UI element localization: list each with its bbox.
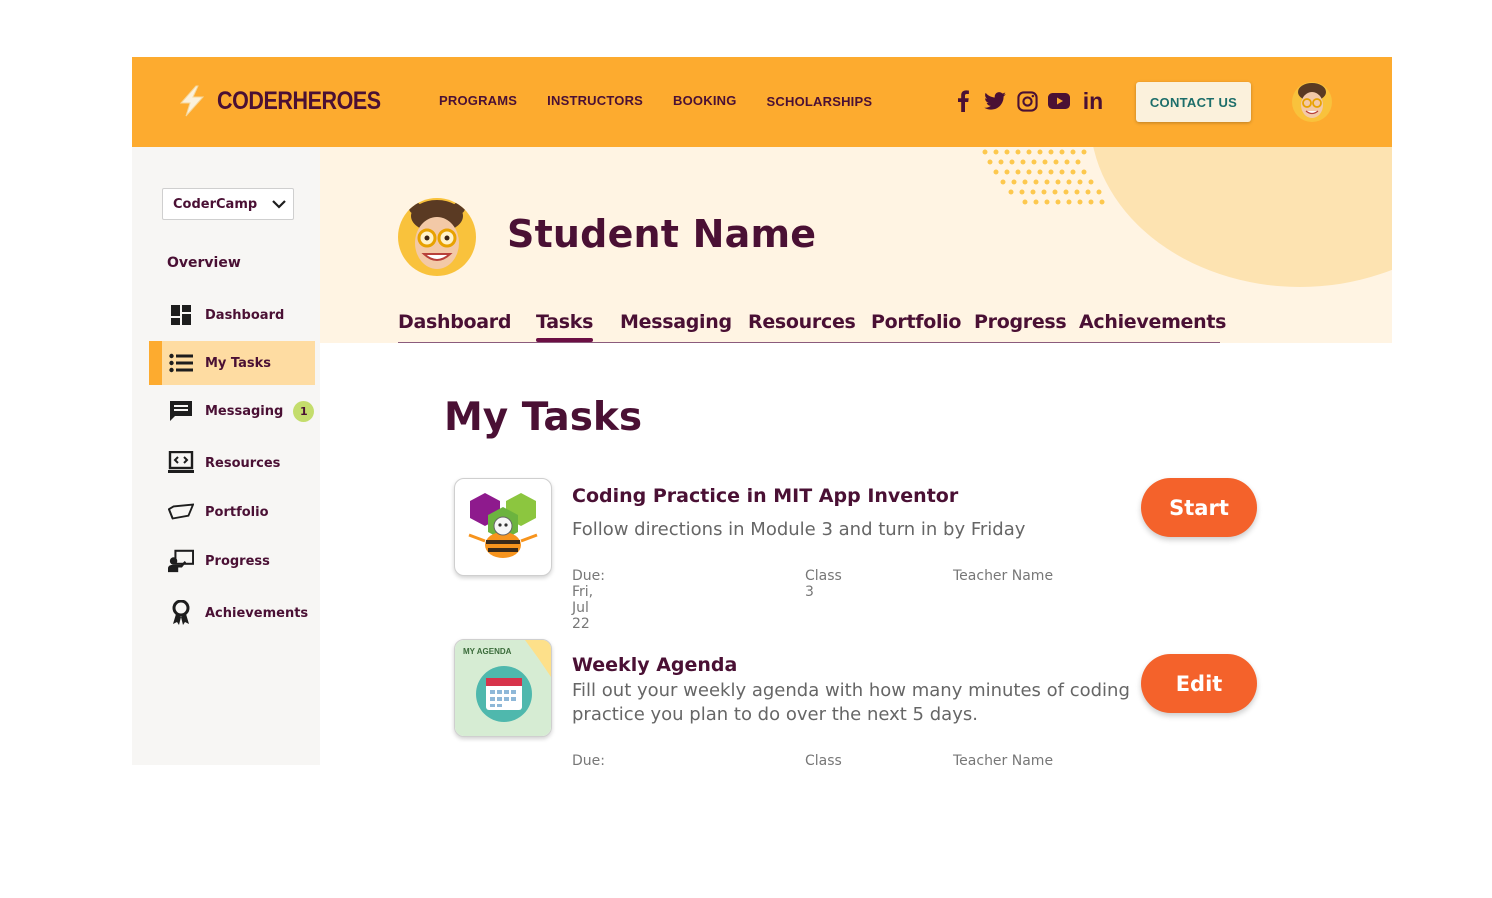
sidebar-item-resources[interactable]: Resources: [149, 441, 315, 485]
task-class: Class 3: [805, 753, 842, 765]
nav-scholarships[interactable]: SCHOLARSHIPS: [767, 94, 873, 109]
decorative-blob: [1090, 147, 1392, 287]
app-frame: CODERHEROES PROGRAMS INSTRUCTORS BOOKING…: [132, 57, 1392, 765]
sidebar-item-my-tasks[interactable]: My Tasks: [149, 341, 315, 385]
social-links: in: [952, 90, 1106, 113]
list-icon: [168, 350, 194, 376]
sidebar-item-label: Progress: [205, 553, 270, 569]
sidebar-item-portfolio[interactable]: Portfolio: [149, 490, 315, 534]
task-due-date: Due: Fri, Jul 22: [572, 753, 605, 765]
decorative-dots: [982, 149, 1105, 205]
sidebar-item-dashboard[interactable]: Dashboard: [149, 293, 315, 337]
instagram-icon[interactable]: [1016, 90, 1038, 112]
task-class: Class 3: [805, 568, 842, 600]
sidebar-item-label: Resources: [205, 455, 281, 471]
edit-button[interactable]: Edit: [1141, 654, 1257, 713]
nav-booking[interactable]: BOOKING: [673, 93, 737, 109]
tab-portfolio[interactable]: Portfolio: [871, 311, 961, 333]
tab-tasks[interactable]: Tasks: [536, 311, 593, 342]
sidebar-item-label: Dashboard: [205, 307, 285, 323]
student-name: Student Name: [507, 212, 817, 256]
task-teacher: Teacher Name: [953, 753, 1054, 765]
linkedin-icon[interactable]: in: [1080, 90, 1106, 113]
task-title[interactable]: Coding Practice in MIT App Inventor: [572, 485, 958, 507]
task-title[interactable]: Weekly Agenda: [572, 654, 737, 676]
lightning-icon: [179, 85, 205, 117]
student-avatar: [398, 198, 476, 276]
profile-tabs: Dashboard Tasks Messaging Resources Port…: [398, 309, 1226, 343]
tab-resources[interactable]: Resources: [748, 311, 856, 333]
youtube-icon[interactable]: [1048, 90, 1070, 112]
task-due-date: Due: Fri, Jul 22: [572, 568, 605, 632]
program-select[interactable]: CoderCamp: [162, 188, 294, 220]
user-avatar[interactable]: [1292, 82, 1332, 122]
tab-achievements[interactable]: Achievements: [1079, 311, 1226, 333]
sidebar-item-label: Portfolio: [205, 504, 269, 520]
tab-messaging[interactable]: Messaging: [620, 311, 732, 333]
presentation-icon: [168, 548, 194, 574]
agenda-icon-caption: MY AGENDA: [463, 647, 512, 656]
sidebar-item-label: Achievements: [205, 605, 309, 621]
award-icon: [168, 600, 194, 626]
twitter-icon[interactable]: [984, 90, 1006, 112]
top-navbar: CODERHEROES PROGRAMS INSTRUCTORS BOOKING…: [132, 57, 1392, 147]
tab-dashboard[interactable]: Dashboard: [398, 311, 511, 333]
app-inventor-icon: [454, 478, 552, 576]
laptop-code-icon: [168, 450, 194, 476]
portfolio-icon: [168, 499, 194, 525]
sidebar-item-progress[interactable]: Progress: [149, 539, 315, 583]
nav-programs[interactable]: PROGRAMS: [439, 93, 517, 109]
sidebar-item-label: Messaging: [205, 403, 284, 419]
task-description: Fill out your weekly agenda with how man…: [572, 680, 1130, 725]
message-icon: [168, 398, 194, 424]
sidebar-item-achievements[interactable]: Achievements: [149, 591, 315, 635]
task-card: MY AGENDA Weekly Agenda Fill out your we…: [454, 639, 1257, 765]
dashboard-icon: [168, 302, 194, 328]
task-card: Coding Practice in MIT App Inventor Foll…: [454, 478, 1257, 632]
task-description: Follow directions in Module 3 and turn i…: [572, 519, 1026, 540]
sidebar-item-label: My Tasks: [205, 355, 272, 371]
chevron-down-icon: [272, 200, 286, 209]
sidebar-item-messaging[interactable]: Messaging 1: [149, 389, 315, 433]
program-select-value: CoderCamp: [173, 196, 258, 212]
brand-name: CODERHEROES: [217, 86, 381, 115]
task-teacher: Teacher Name: [953, 568, 1054, 584]
profile-banner: Student Name Dashboard Tasks Messaging R…: [320, 147, 1392, 343]
tab-progress[interactable]: Progress: [974, 311, 1067, 333]
agenda-icon: MY AGENDA: [454, 639, 552, 737]
brand-logo[interactable]: CODERHEROES: [177, 85, 407, 117]
sidebar: CoderCamp Overview Dashboard My Tasks Me…: [132, 147, 320, 765]
contact-us-button[interactable]: CONTACT US: [1136, 82, 1251, 122]
unread-badge: 1: [293, 400, 315, 422]
start-button[interactable]: Start: [1141, 478, 1257, 537]
nav-instructors[interactable]: INSTRUCTORS: [547, 93, 643, 109]
facebook-icon[interactable]: [952, 90, 974, 112]
main-nav: PROGRAMS INSTRUCTORS BOOKING SCHOLARSHIP…: [439, 93, 872, 109]
page-title: My Tasks: [444, 395, 643, 440]
sidebar-section-title: Overview: [167, 255, 241, 271]
